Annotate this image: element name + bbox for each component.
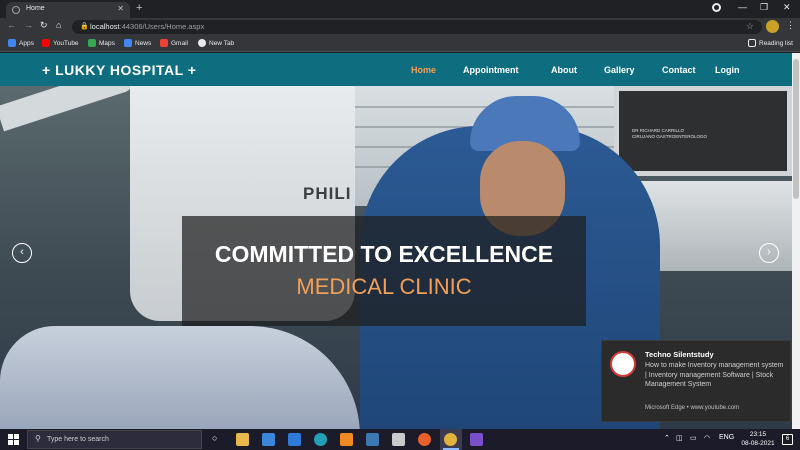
channel-avatar [610,351,636,377]
nav-home[interactable]: Home [411,65,436,75]
bookmark-youtube[interactable]: YouTube [42,39,79,47]
chevron-right-icon: › [767,246,771,258]
clock-date: 08-08-2021 [741,439,775,447]
youtube-icon [42,39,50,47]
home-icon[interactable]: ⌂ [56,20,61,30]
back-icon[interactable]: ← [7,20,16,30]
task-view-icon[interactable]: ○ [212,433,217,443]
toast-title: Techno Silentstudy [645,350,714,359]
notification-toast[interactable]: Techno Silentstudy How to make Inventory… [601,340,791,422]
taskbar-clock[interactable]: 23:15 08-08-2021 [740,431,776,448]
app-icon[interactable] [262,433,275,446]
page-scrollbar[interactable] [792,53,800,429]
news-icon [124,39,132,47]
site-brand[interactable]: + LUKKY HOSPITAL + [42,62,196,78]
bookmark-maps[interactable]: Maps [88,39,115,47]
carousel-next-button[interactable]: › [759,243,779,263]
close-window-button[interactable]: ✕ [783,2,791,13]
visual-studio-icon[interactable] [470,433,483,446]
forward-icon[interactable]: → [24,20,33,30]
file-explorer-icon[interactable] [236,433,249,446]
bookmark-news[interactable]: News [124,39,151,47]
nav-contact[interactable]: Contact [662,65,696,75]
globe-icon [12,6,20,14]
carousel-prev-button[interactable]: ‹ [12,243,32,263]
tab-strip: Home ✕ + — ❐ ✕ [0,0,800,18]
bookmark-gmail[interactable]: Gmail [160,39,188,47]
monitor-text: DR RICHARD CARRILLO CIRUJANO GASTROENTER… [632,128,708,139]
patient-figure [0,326,360,429]
vlc-icon[interactable] [340,433,353,446]
nav-gallery[interactable]: Gallery [604,65,635,75]
clock-time: 23:15 [749,431,767,438]
menu-kebab-icon[interactable]: ⋮ [786,20,795,31]
machine-brand-text: PHILI [303,184,352,203]
reload-icon[interactable]: ↻ [40,20,48,31]
bookmark-new-tab[interactable]: New Tab [198,39,234,47]
reading-list[interactable]: Reading list [748,39,793,47]
language-indicator[interactable]: ENG [719,434,734,441]
address-bar[interactable]: 🔒 localhost:44306/Users/Home.aspx ☆ [72,20,762,34]
chevron-left-icon: ‹ [20,246,24,258]
c-arm [0,86,138,132]
chrome-icon[interactable] [444,433,457,446]
meet-icon[interactable]: ◫ [676,434,683,442]
toast-source: Microsoft Edge • www.youtube.com [645,405,740,411]
search-placeholder: Type here to search [47,436,109,443]
tab-title: Home [26,5,45,12]
site-navbar: + LUKKY HOSPITAL + Home Appointment Abou… [0,53,792,86]
toast-body: How to make Inventory management system … [645,362,784,388]
nav-appointment[interactable]: Appointment [463,65,519,75]
taskbar-search[interactable]: ⚲ Type here to search [27,430,202,449]
url-text: localhost:44306/Users/Home.aspx [90,22,205,31]
hero-subheadline: MEDICAL CLINIC [296,274,472,299]
chevron-up-icon[interactable]: ⌃ [664,434,670,442]
hero-caption: COMMITTED TO EXCELLENCE MEDICAL CLINIC [182,216,586,326]
restore-button[interactable]: ❐ [760,2,768,13]
nav-about[interactable]: About [551,65,577,75]
python-icon[interactable] [366,433,379,446]
browser-tab[interactable]: Home ✕ [6,2,130,18]
windows-taskbar: ⚲ Type here to search ○ ⌃ ◫ ▭ ◠ ENG 23:1… [0,429,800,450]
battery-icon[interactable]: ▭ [690,434,697,442]
hero-headline: COMMITTED TO EXCELLENCE [214,241,554,267]
browser-toolbar: ← → ↻ ⌂ 🔒 localhost:44306/Users/Home.asp… [0,18,800,36]
record-icon[interactable] [712,3,721,12]
minimize-button[interactable]: — [738,2,747,12]
mail-icon[interactable] [288,433,301,446]
notification-center-button[interactable]: 6 [782,434,793,445]
store-icon[interactable] [392,433,405,446]
new-tab-button[interactable]: + [136,2,142,14]
apps-grid-icon [8,39,16,47]
firefox-icon[interactable] [418,433,431,446]
edge-icon[interactable] [314,433,327,446]
close-tab-icon[interactable]: ✕ [117,4,124,13]
start-button[interactable] [8,434,19,445]
lock-icon[interactable]: 🔒 [80,22,89,30]
profile-avatar[interactable] [766,20,779,33]
gmail-icon [160,39,168,47]
wifi-icon[interactable]: ◠ [704,434,710,442]
bookmark-apps[interactable]: Apps [8,39,34,47]
search-icon: ⚲ [35,434,41,443]
bookmark-star-icon[interactable]: ☆ [746,21,754,32]
nav-login[interactable]: Login [715,65,740,75]
maps-icon [88,39,96,47]
scrollbar-thumb[interactable] [793,59,799,199]
reading-list-icon [748,39,756,47]
bookmarks-bar: Apps YouTube Maps News Gmail New Tab Rea… [0,36,800,52]
globe-icon [198,39,206,47]
